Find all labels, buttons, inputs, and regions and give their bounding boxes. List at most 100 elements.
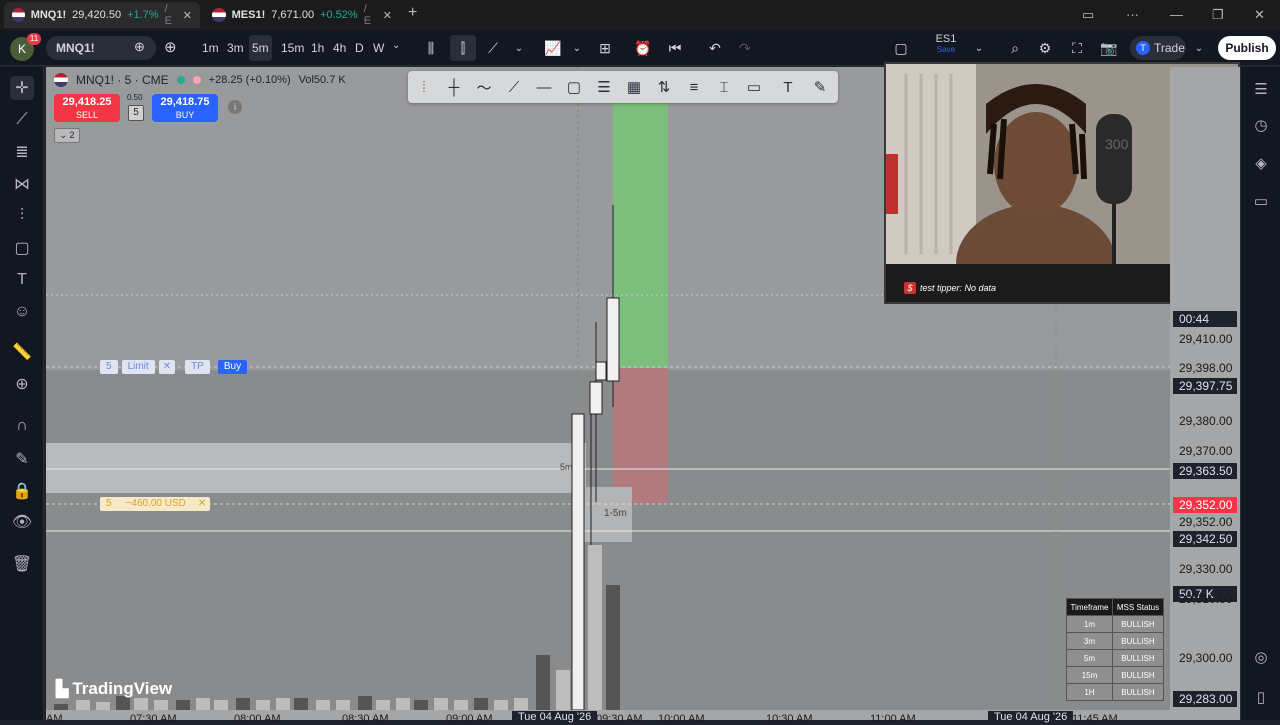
- parallel-channel-icon[interactable]: ☰: [592, 75, 616, 99]
- interval-1m[interactable]: 1m: [199, 35, 222, 61]
- time-label: 09:30 AM: [596, 713, 643, 725]
- lock-icon[interactable]: 🔒: [10, 479, 34, 503]
- maximize-icon[interactable]: ❐: [1212, 7, 1224, 23]
- callout-icon[interactable]: ▭: [742, 75, 766, 99]
- eye-icon[interactable]: 👁: [10, 510, 34, 534]
- close-tab-icon[interactable]: ✕: [383, 9, 392, 22]
- horizontal-ray-icon[interactable]: —: [532, 75, 556, 99]
- time-axis[interactable]: AM 07:30 AM 08:00 AM 08:30 AM 09:00 AM Tue 04…: [46, 710, 1240, 725]
- replay-icon[interactable]: ⏮: [664, 35, 686, 61]
- emoji-icon[interactable]: ☺: [10, 300, 34, 324]
- close-tab-icon[interactable]: ✕: [183, 9, 192, 22]
- chevron-down-icon[interactable]: ⌄: [570, 35, 584, 61]
- compare-icon[interactable]: ⊕: [134, 39, 145, 55]
- info-icon[interactable]: i: [228, 100, 242, 114]
- interval-3m[interactable]: 3m: [224, 35, 247, 61]
- layers-icon[interactable]: ◈: [1249, 151, 1273, 175]
- mss-status: BULLISH: [1111, 632, 1165, 650]
- interval-4h[interactable]: 4h: [330, 35, 349, 61]
- alerts-clock-icon[interactable]: ◷: [1249, 113, 1273, 137]
- trendline-icon[interactable]: ⟋: [502, 75, 526, 99]
- crosshair-icon[interactable]: ✛: [10, 76, 34, 100]
- alert-icon[interactable]: ⏰: [632, 35, 654, 61]
- undo-icon[interactable]: ↶: [704, 35, 726, 61]
- chevron-down-icon[interactable]: ⌄: [1192, 35, 1206, 61]
- close-window-icon[interactable]: ✕: [1254, 7, 1265, 23]
- volume-bar: [134, 698, 148, 710]
- collapse-indicators[interactable]: ⌄ 2: [54, 128, 80, 143]
- redo-icon[interactable]: ↷: [734, 35, 756, 61]
- browser-tab-mnq[interactable]: MNQ1! 29,420.50 +1.7% / E ✕: [4, 2, 200, 28]
- brush-icon[interactable]: ✎: [808, 75, 832, 99]
- publish-button[interactable]: Publish: [1218, 36, 1276, 60]
- magnet-icon[interactable]: ∩: [10, 414, 34, 438]
- watchlist-icon[interactable]: ☰: [1249, 77, 1273, 101]
- new-tab-icon[interactable]: +: [408, 4, 417, 22]
- grid-icon[interactable]: ▦: [622, 75, 646, 99]
- fib-retracement-icon[interactable]: ≡: [682, 75, 706, 99]
- minimize-icon[interactable]: —: [1170, 7, 1183, 22]
- interval-5m[interactable]: 5m: [249, 35, 272, 61]
- top-toolbar: K 11 MNQ1! ⊕ ⊕ 1m 3m 5m 15m 1h 4h D W ⌄ ⫼ ⫿ ⟋ ⌄…: [0, 30, 1280, 66]
- interval-1h[interactable]: 1h: [308, 35, 327, 61]
- rectangle-icon[interactable]: ▢: [562, 75, 586, 99]
- templates-icon[interactable]: ⊞: [594, 35, 616, 61]
- sell-button[interactable]: 29,418.25 SELL: [54, 94, 120, 122]
- stop-loss-line[interactable]: 5 −460.00 USD ✕: [100, 497, 211, 511]
- layout-icon[interactable]: ▭: [1082, 7, 1094, 23]
- pattern-icon[interactable]: ⋈: [10, 172, 34, 196]
- us-flag-icon: [12, 8, 25, 22]
- cancel-sl-icon[interactable]: ✕: [194, 497, 210, 511]
- chevron-down-icon[interactable]: ⌄: [512, 35, 526, 61]
- shapes-icon[interactable]: ▢: [10, 236, 34, 260]
- long-position-icon[interactable]: ⇅: [652, 75, 676, 99]
- drag-handle-icon[interactable]: ⁞: [412, 75, 436, 99]
- quick-search-icon[interactable]: ⌕: [1004, 35, 1026, 61]
- bars-style-icon[interactable]: ⫼: [420, 35, 442, 61]
- square-icon[interactable]: ▢: [890, 35, 912, 61]
- price-axis[interactable]: 00:44 29,410.00 29,398.00 29,397.75 29,380.0…: [1170, 67, 1240, 710]
- settings-icon[interactable]: ⚙: [1034, 35, 1056, 61]
- more-icon[interactable]: ···: [1126, 7, 1139, 22]
- trade-button[interactable]: T Trade: [1130, 36, 1186, 60]
- indicators-icon[interactable]: 📈: [542, 35, 564, 61]
- ruler-icon[interactable]: 📏: [10, 340, 34, 364]
- interval-D[interactable]: D: [352, 35, 367, 61]
- timeframe-label: 1-5m: [604, 508, 627, 519]
- date-range-icon[interactable]: ⌶: [712, 75, 736, 99]
- chat-icon[interactable]: ▭: [1249, 189, 1273, 213]
- candles-icon[interactable]: ⫿: [450, 35, 476, 61]
- line-chart-icon[interactable]: ⟋: [482, 35, 504, 61]
- cancel-order-icon[interactable]: ✕: [158, 360, 176, 374]
- target-icon[interactable]: ◎: [1249, 645, 1273, 669]
- panel-toggle-icon[interactable]: ▯: [1249, 685, 1273, 709]
- chevron-down-icon[interactable]: ⌄: [972, 35, 986, 61]
- volume-bar: [316, 700, 330, 710]
- quantity-field[interactable]: 5: [128, 105, 144, 121]
- trendline-icon[interactable]: ⟋: [10, 108, 34, 132]
- limit-order-line[interactable]: 5 Limit ✕ TP Buy: [100, 360, 248, 374]
- tradingview-logo[interactable]: ▙ TradingView: [56, 679, 172, 699]
- text-icon[interactable]: T: [776, 75, 800, 99]
- interval-W[interactable]: W: [370, 35, 387, 61]
- add-symbol-icon[interactable]: ⊕: [164, 38, 177, 56]
- interval-15m[interactable]: 15m: [278, 35, 307, 61]
- camera-icon[interactable]: 📷: [1098, 35, 1120, 61]
- take-profit-chip[interactable]: TP: [185, 360, 210, 374]
- browser-tab-mes[interactable]: MES1! 7,671.00 +0.52% / E ✕: [204, 2, 400, 28]
- fib-icon[interactable]: ≣: [10, 140, 34, 164]
- chevron-down-icon[interactable]: ⌄: [392, 40, 400, 51]
- fullscreen-icon[interactable]: ⛶: [1066, 35, 1088, 61]
- volume-bar: [256, 700, 270, 710]
- trash-icon[interactable]: 🗑: [10, 552, 34, 576]
- buy-button[interactable]: 29,418.75 BUY: [152, 94, 218, 122]
- zoom-icon[interactable]: ⊕: [10, 372, 34, 396]
- forecast-icon[interactable]: ⫶: [10, 204, 34, 228]
- vertical-line-icon[interactable]: ┼: [442, 75, 466, 99]
- layout-name[interactable]: ES1 Save: [922, 33, 970, 54]
- text-icon[interactable]: T: [10, 268, 34, 292]
- tab-rest: / E: [164, 3, 172, 27]
- volume-bar: [536, 655, 550, 710]
- polyline-icon[interactable]: 〜: [472, 75, 496, 99]
- pencil-lock-icon[interactable]: ✎: [10, 447, 34, 471]
